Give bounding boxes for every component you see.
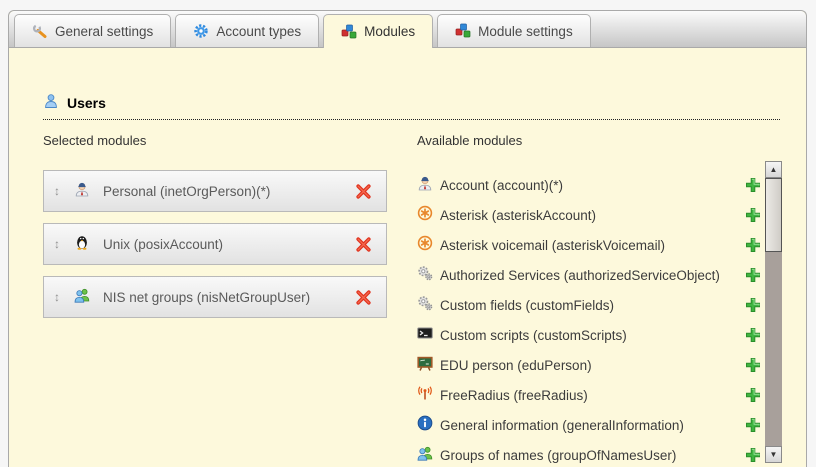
add-module-button[interactable] xyxy=(745,207,761,223)
add-module-button[interactable] xyxy=(745,417,761,433)
tab-label: General settings xyxy=(55,24,153,39)
modules-icon xyxy=(341,24,357,40)
asterisk-icon xyxy=(417,235,433,256)
selected-modules-list: ↕ Personal (inetOrgPerson)(*) ↕ Unix (po… xyxy=(43,170,389,318)
add-module-button[interactable] xyxy=(745,387,761,403)
available-module-row: Authorized Services (authorizedServiceOb… xyxy=(417,260,761,290)
chalkboard-icon xyxy=(417,355,433,376)
module-label: Groups of names (groupOfNamesUser) xyxy=(440,448,676,463)
module-label: Custom fields (customFields) xyxy=(440,298,614,313)
penguin-icon xyxy=(74,234,90,255)
info-icon xyxy=(417,415,433,436)
tab-modules[interactable]: Modules xyxy=(323,14,433,48)
add-module-button[interactable] xyxy=(745,327,761,343)
scroll-down-button[interactable]: ▼ xyxy=(765,446,782,463)
available-modules-scrollbar[interactable]: ▲ ▼ xyxy=(765,161,782,463)
group-icon xyxy=(417,445,433,466)
module-label: EDU person (eduPerson) xyxy=(440,358,592,373)
drag-handle-icon[interactable]: ↕ xyxy=(54,290,68,304)
available-module-row: Custom fields (customFields) xyxy=(417,290,761,320)
asterisk-icon xyxy=(417,205,433,226)
add-module-button[interactable] xyxy=(745,177,761,193)
tab-label: Account types xyxy=(216,24,301,39)
antenna-icon xyxy=(417,385,433,406)
gear-icon xyxy=(193,23,209,39)
module-label: Authorized Services (authorizedServiceOb… xyxy=(440,268,720,283)
selected-module-row[interactable]: ↕ Unix (posixAccount) xyxy=(43,223,387,265)
wrench-icon xyxy=(32,23,48,39)
drag-handle-icon[interactable]: ↕ xyxy=(54,237,68,251)
tab-label: Module settings xyxy=(478,24,573,39)
gears-icon xyxy=(417,265,433,286)
add-module-button[interactable] xyxy=(745,447,761,463)
config-panel: General settings Account types Modules M… xyxy=(8,10,807,467)
section-header-users: Users xyxy=(43,93,780,120)
available-module-row: FreeRadius (freeRadius) xyxy=(417,380,761,410)
module-label: Asterisk (asteriskAccount) xyxy=(440,208,596,223)
scrollbar-track[interactable] xyxy=(765,252,782,446)
add-module-button[interactable] xyxy=(745,267,761,283)
module-label: NIS net groups (nisNetGroupUser) xyxy=(103,290,310,305)
remove-module-button[interactable] xyxy=(355,236,372,253)
available-module-row: EDU person (eduPerson) xyxy=(417,350,761,380)
terminal-icon xyxy=(417,325,433,346)
user-icon xyxy=(43,93,59,112)
available-modules-list: Account (account)(*) Asterisk (asteriskA… xyxy=(417,170,763,467)
modules-icon xyxy=(455,23,471,39)
section-title: Users xyxy=(67,95,106,111)
remove-module-button[interactable] xyxy=(355,183,372,200)
tab-label: Modules xyxy=(364,24,415,39)
person-icon xyxy=(417,175,433,196)
tab-general-settings[interactable]: General settings xyxy=(14,14,171,47)
selected-modules-heading: Selected modules xyxy=(43,133,389,148)
selected-module-row[interactable]: ↕ NIS net groups (nisNetGroupUser) xyxy=(43,276,387,318)
available-module-row: Asterisk voicemail (asteriskVoicemail) xyxy=(417,230,761,260)
tab-module-settings[interactable]: Module settings xyxy=(437,14,591,47)
available-modules-column: Available modules Account (account)(*) A… xyxy=(417,133,763,467)
module-label: General information (generalInformation) xyxy=(440,418,684,433)
available-module-row: Custom scripts (customScripts) xyxy=(417,320,761,350)
module-label: Unix (posixAccount) xyxy=(103,237,223,252)
module-label: Asterisk voicemail (asteriskVoicemail) xyxy=(440,238,665,253)
available-module-row: General information (generalInformation) xyxy=(417,410,761,440)
tab-account-types[interactable]: Account types xyxy=(175,14,319,47)
scroll-up-button[interactable]: ▲ xyxy=(765,161,782,178)
selected-module-row[interactable]: ↕ Personal (inetOrgPerson)(*) xyxy=(43,170,387,212)
available-module-row: Account (account)(*) xyxy=(417,170,761,200)
remove-module-button[interactable] xyxy=(355,289,372,306)
add-module-button[interactable] xyxy=(745,357,761,373)
scrollbar-thumb[interactable] xyxy=(765,178,782,252)
add-module-button[interactable] xyxy=(745,237,761,253)
selected-modules-column: Selected modules ↕ Personal (inetOrgPers… xyxy=(43,133,389,329)
available-module-row: Asterisk (asteriskAccount) xyxy=(417,200,761,230)
tab-bar: General settings Account types Modules M… xyxy=(9,11,806,48)
module-label: Personal (inetOrgPerson)(*) xyxy=(103,184,270,199)
available-module-row: Groups of names (groupOfNamesUser) xyxy=(417,440,761,467)
module-label: Account (account)(*) xyxy=(440,178,563,193)
gears-icon xyxy=(417,295,433,316)
drag-handle-icon[interactable]: ↕ xyxy=(54,184,68,198)
person-icon xyxy=(74,181,90,202)
add-module-button[interactable] xyxy=(745,297,761,313)
available-modules-heading: Available modules xyxy=(417,133,763,148)
module-label: Custom scripts (customScripts) xyxy=(440,328,627,343)
group-icon xyxy=(74,287,90,308)
module-label: FreeRadius (freeRadius) xyxy=(440,388,588,403)
